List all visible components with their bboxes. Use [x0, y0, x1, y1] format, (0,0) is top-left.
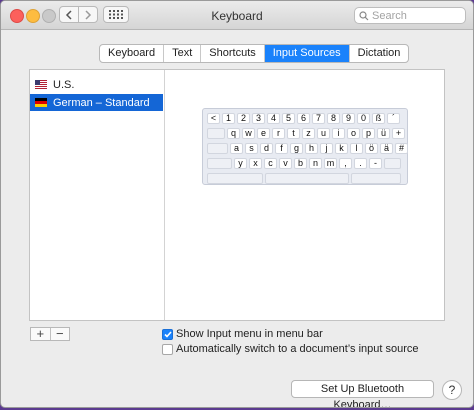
auto-switch-checkbox[interactable]	[162, 343, 173, 355]
keyboard-key: i	[332, 128, 345, 139]
keyboard-key: j	[320, 143, 333, 154]
keyboard-key: d	[260, 143, 273, 154]
tab-input-sources[interactable]: Input Sources	[264, 45, 350, 62]
keyboard-key: u	[317, 128, 330, 139]
keyboard-key: #	[395, 143, 408, 154]
keyboard-key: l	[350, 143, 363, 154]
us-flag-icon	[35, 80, 47, 89]
space-bar-key	[265, 173, 349, 184]
list-item-label: U.S.	[53, 78, 75, 91]
keyboard-key: o	[347, 128, 360, 139]
keyboard-key: w	[242, 128, 255, 139]
keyboard-key: e	[257, 128, 270, 139]
keyboard-key: 2	[237, 113, 250, 124]
keyboard-key: 6	[297, 113, 310, 124]
input-source-list: U.S. German – Standard	[30, 70, 165, 320]
keyboard-key: 7	[312, 113, 325, 124]
show-input-menu-row[interactable]: Show Input menu in menu bar	[162, 328, 323, 340]
keyboard-key: c	[264, 158, 277, 169]
input-sources-panel: U.S. German – Standard	[29, 69, 445, 321]
keyboard-key: -	[369, 158, 382, 169]
tab-dictation[interactable]: Dictation	[350, 45, 409, 62]
keyboard-key: k	[335, 143, 348, 154]
add-remove-buttons: + −	[30, 327, 70, 341]
keyboard-key: <	[207, 113, 220, 124]
keyboard-preferences-window: Keyboard Keyboard Text Shortcuts Input S…	[0, 0, 474, 408]
keyboard-key: 3	[252, 113, 265, 124]
keyboard-key: b	[294, 158, 307, 169]
list-item-german-standard[interactable]: German – Standard	[30, 94, 163, 111]
add-source-button[interactable]: +	[31, 327, 51, 340]
search-icon	[359, 10, 369, 20]
checkmark-icon	[163, 330, 172, 338]
keyboard-key: +	[392, 128, 405, 139]
keyboard-key: t	[287, 128, 300, 139]
remove-source-button[interactable]: −	[51, 327, 70, 340]
tab-keyboard[interactable]: Keyboard	[100, 45, 165, 62]
keyboard-key: y	[234, 158, 247, 169]
keyboard-key: z	[302, 128, 315, 139]
keyboard-key: 5	[282, 113, 295, 124]
keyboard-key: v	[279, 158, 292, 169]
modifier-key	[207, 143, 228, 154]
show-input-menu-label: Show Input menu in menu bar	[176, 328, 323, 340]
keyboard-key: ´	[387, 113, 400, 124]
keyboard-key: r	[272, 128, 285, 139]
setup-bluetooth-keyboard-button[interactable]: Set Up Bluetooth Keyboard…	[291, 380, 434, 407]
modifier-key	[207, 173, 263, 184]
modifier-key	[351, 173, 401, 184]
list-item-label: German – Standard	[53, 96, 150, 109]
search-field[interactable]	[354, 7, 466, 24]
keyboard-key: n	[309, 158, 322, 169]
tab-shortcuts[interactable]: Shortcuts	[201, 45, 265, 62]
keyboard-key: ,	[339, 158, 352, 169]
show-input-menu-checkbox[interactable]	[162, 328, 173, 340]
keyboard-key: g	[290, 143, 303, 154]
keyboard-key: .	[354, 158, 367, 169]
help-button[interactable]: ?	[442, 380, 462, 400]
keyboard-key: 9	[342, 113, 355, 124]
auto-switch-row[interactable]: Automatically switch to a document’s inp…	[162, 343, 419, 355]
keyboard-key: 8	[327, 113, 340, 124]
tab-text[interactable]: Text	[164, 45, 202, 62]
keyboard-key: s	[245, 143, 258, 154]
auto-switch-label: Automatically switch to a document’s inp…	[176, 343, 419, 355]
title-bar: Keyboard	[1, 1, 473, 30]
keyboard-key: f	[275, 143, 288, 154]
keyboard-layout-preview: <1 2 3 4 5 6 7 8 9 0 ß ´ q w e r t z u i o p ü + a s d f g h j k l ö ä # y x c…	[202, 108, 408, 185]
keyboard-key: a	[230, 143, 243, 154]
keyboard-key: m	[324, 158, 337, 169]
keyboard-key: ü	[377, 128, 390, 139]
keyboard-key: ä	[380, 143, 393, 154]
keyboard-key: h	[305, 143, 318, 154]
keyboard-key: p	[362, 128, 375, 139]
german-flag-icon	[35, 98, 47, 107]
keyboard-key: ö	[365, 143, 378, 154]
list-item-us[interactable]: U.S.	[30, 76, 163, 93]
preference-tabs: Keyboard Text Shortcuts Input Sources Di…	[99, 44, 410, 63]
modifier-key	[207, 128, 225, 139]
modifier-key	[384, 158, 401, 169]
keyboard-key: 1	[222, 113, 235, 124]
keyboard-key: 4	[267, 113, 280, 124]
keyboard-key: ß	[372, 113, 385, 124]
keyboard-key: q	[227, 128, 240, 139]
modifier-key	[207, 158, 232, 169]
keyboard-key: x	[249, 158, 262, 169]
search-input[interactable]	[369, 9, 458, 22]
keyboard-key: 0	[357, 113, 370, 124]
